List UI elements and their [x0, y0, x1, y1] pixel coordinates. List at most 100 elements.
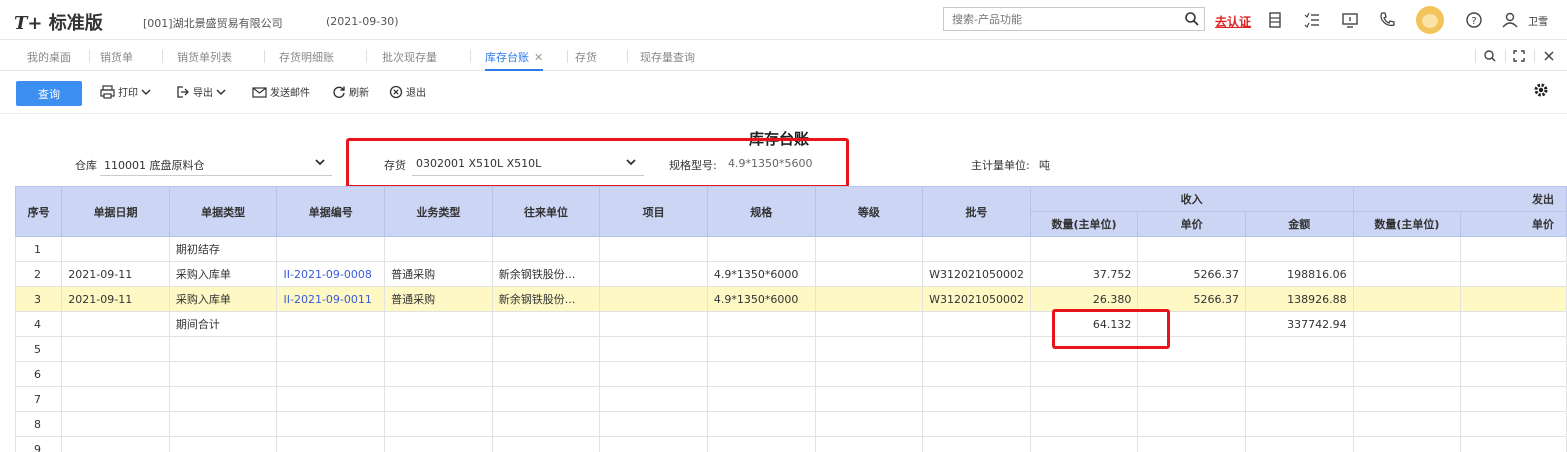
- tab-divider: [366, 50, 367, 63]
- cell-batch: W312021050002: [922, 286, 1031, 312]
- cell-index: 1: [14, 236, 63, 262]
- warehouse-value[interactable]: 110001 底盘原料仓: [104, 157, 205, 173]
- table-row-empty[interactable]: 8: [14, 411, 1567, 437]
- user-icon[interactable]: [1500, 10, 1520, 30]
- print-label: 打印: [118, 88, 138, 99]
- cell-in-amount: 337742.94: [1244, 311, 1354, 337]
- certify-link[interactable]: 去认证: [1215, 13, 1251, 30]
- table-row-empty[interactable]: 6: [14, 361, 1567, 387]
- col-header-spec[interactable]: 规格: [706, 186, 816, 237]
- col-header-grade[interactable]: 等级: [814, 186, 924, 237]
- message-icon[interactable]: [1340, 10, 1360, 30]
- cell-doc-no[interactable]: [276, 236, 386, 262]
- tab-desktop[interactable]: 我的桌面: [27, 49, 71, 71]
- cell-batch: [922, 236, 1031, 262]
- cell-in-qty: 26.380: [1029, 286, 1139, 312]
- export-button[interactable]: 导出: [176, 84, 229, 99]
- refresh-button[interactable]: 刷新: [332, 84, 369, 99]
- cell-doc-no[interactable]: II-2021-09-0011: [276, 286, 386, 312]
- monkey-avatar-icon[interactable]: [1416, 6, 1444, 34]
- cell-out-qty: [1352, 311, 1462, 337]
- chevron-down-icon[interactable]: [314, 156, 326, 168]
- col-header-doc-no[interactable]: 单据编号: [276, 186, 386, 237]
- cell-biz-type: 普通采购: [384, 286, 493, 312]
- search-input[interactable]: [944, 8, 1174, 30]
- table-row[interactable]: 1 期初结存: [14, 236, 1567, 262]
- close-icon[interactable]: [1541, 48, 1557, 64]
- table-row-selected[interactable]: 3 2021-09-11 采购入库单 II-2021-09-0011 普通采购 …: [14, 286, 1567, 312]
- username[interactable]: 卫雪: [1528, 13, 1548, 28]
- cell-doc-date: [61, 311, 170, 337]
- table-row-total[interactable]: 4 期间合计 64.132 337742.94: [14, 311, 1567, 337]
- query-button[interactable]: 查询: [16, 81, 82, 106]
- cell-partner: [491, 236, 601, 262]
- cell-index: 2: [14, 261, 63, 287]
- col-header-in-qty[interactable]: 数量(主单位): [1029, 211, 1139, 237]
- product-search[interactable]: [943, 7, 1205, 31]
- cell-index: 6: [14, 361, 63, 387]
- cell-out-price: [1460, 236, 1567, 262]
- cell-spec: [706, 311, 816, 337]
- cell-project: [599, 311, 708, 337]
- tool-divider: [1475, 49, 1476, 63]
- cell-index: 4: [14, 311, 63, 337]
- col-header-out-price[interactable]: 单价: [1460, 211, 1567, 237]
- table-row-empty[interactable]: 5: [14, 336, 1567, 362]
- calculator-icon[interactable]: [1265, 10, 1285, 30]
- col-header-batch[interactable]: 批号: [922, 186, 1031, 237]
- export-label: 导出: [193, 88, 213, 99]
- tab-stock-ledger[interactable]: 库存台账 ✕: [485, 49, 544, 71]
- fullscreen-icon[interactable]: [1511, 48, 1527, 64]
- cell-index: 8: [14, 411, 63, 437]
- tab-divider: [470, 50, 471, 63]
- cell-doc-no[interactable]: II-2021-09-0008: [276, 261, 386, 287]
- col-header-index[interactable]: 序号: [14, 186, 63, 237]
- cell-out-qty: [1352, 261, 1462, 287]
- phone-icon[interactable]: [1377, 10, 1397, 30]
- search-icon[interactable]: [1184, 11, 1200, 27]
- cell-doc-no[interactable]: [276, 311, 386, 337]
- cell-partner: 新余钢铁股份...: [491, 261, 601, 287]
- tab-sales-order[interactable]: 销货单: [100, 49, 133, 71]
- cell-doc-date: 2021-09-11: [61, 286, 170, 312]
- col-header-project[interactable]: 项目: [599, 186, 708, 237]
- tool-divider: [1505, 49, 1506, 63]
- tab-label[interactable]: 库存台账: [485, 51, 529, 64]
- close-icon[interactable]: ✕: [534, 51, 543, 64]
- cell-out-price: [1460, 286, 1567, 312]
- search-icon[interactable]: [1482, 48, 1498, 64]
- tab-sales-order-list[interactable]: 销货单列表: [177, 49, 232, 71]
- task-list-icon[interactable]: [1302, 10, 1322, 30]
- table-row-empty[interactable]: 9: [14, 436, 1567, 452]
- app-logo: T+ 标准版: [14, 13, 103, 34]
- cell-out-qty: [1352, 236, 1462, 262]
- warehouse-label: 仓库: [75, 159, 97, 172]
- tab-inventory-detail[interactable]: 存货明细账: [279, 49, 334, 71]
- tab-stock-query[interactable]: 现存量查询: [640, 49, 695, 71]
- tab-batch-stock[interactable]: 批次现存量: [382, 49, 437, 71]
- tab-inventory[interactable]: 存货: [575, 49, 597, 71]
- col-header-biz-type[interactable]: 业务类型: [384, 186, 493, 237]
- col-header-doc-type[interactable]: 单据类型: [168, 186, 278, 237]
- company-name: [001]湖北景盛贸易有限公司: [143, 17, 283, 30]
- cell-in-price: 5266.37: [1137, 286, 1246, 312]
- cell-in-qty: [1029, 236, 1139, 262]
- tab-divider: [264, 50, 265, 63]
- col-header-in-price[interactable]: 单价: [1137, 211, 1246, 237]
- col-header-out-qty[interactable]: 数量(主单位): [1352, 211, 1462, 237]
- help-icon[interactable]: ?: [1464, 10, 1484, 30]
- table-row-empty[interactable]: 7: [14, 386, 1567, 412]
- unit-value: 吨: [1039, 159, 1050, 172]
- table-row[interactable]: 2 2021-09-11 采购入库单 II-2021-09-0008 普通采购 …: [14, 261, 1567, 287]
- print-button[interactable]: 打印: [100, 84, 154, 99]
- exit-button[interactable]: 退出: [389, 84, 426, 99]
- cell-out-price: [1460, 261, 1567, 287]
- gear-icon[interactable]: [1532, 81, 1550, 99]
- cell-biz-type: [384, 311, 493, 337]
- col-header-in-amount[interactable]: 金额: [1244, 211, 1354, 237]
- top-bar: T+ 标准版 [001]湖北景盛贸易有限公司 (2021-09-30) 去认证 …: [0, 0, 1567, 40]
- col-header-doc-date[interactable]: 单据日期: [61, 186, 170, 237]
- col-header-partner[interactable]: 往来单位: [491, 186, 601, 237]
- send-email-button[interactable]: 发送邮件: [252, 84, 310, 99]
- cell-out-qty: [1352, 286, 1462, 312]
